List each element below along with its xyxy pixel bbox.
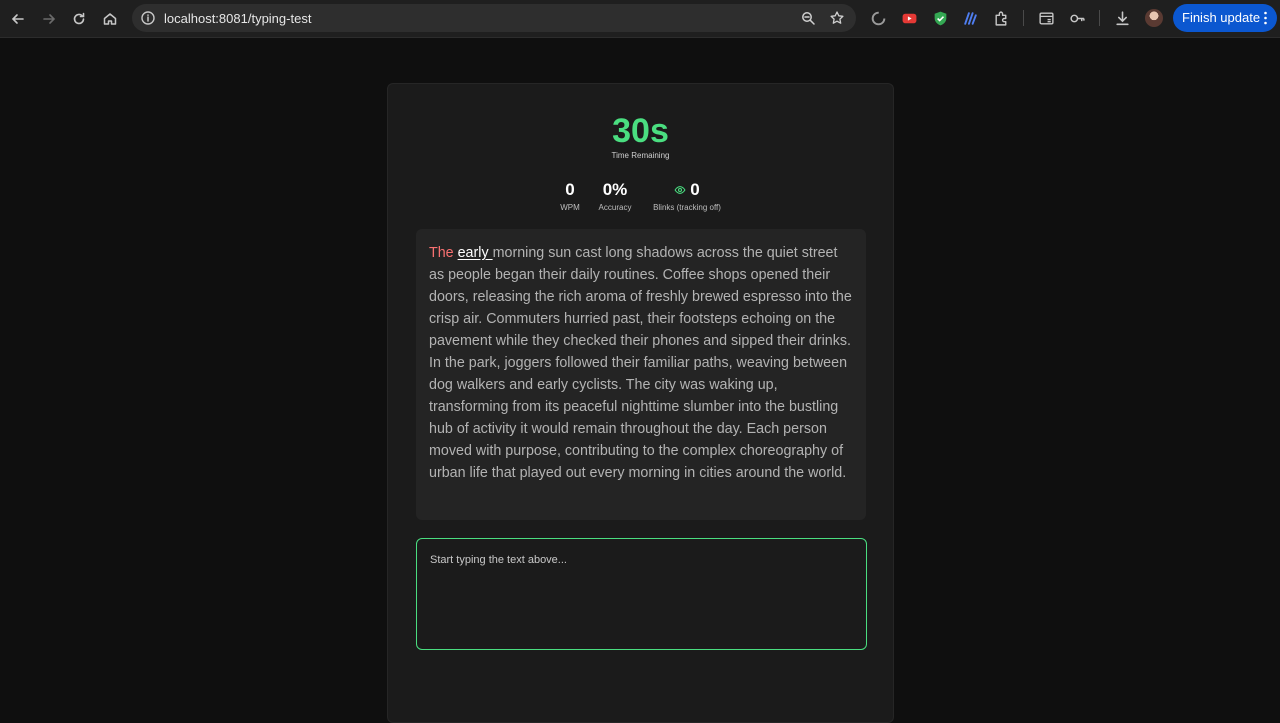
- home-icon: [103, 13, 117, 25]
- passage-text: The early morning sun cast long shadows …: [416, 229, 866, 520]
- extensions-button[interactable]: [992, 9, 1010, 27]
- arrow-right-icon: [43, 14, 56, 24]
- wpm-stat: 0 WPM: [556, 180, 584, 212]
- extension-timer[interactable]: [869, 9, 887, 27]
- key-icon: [1069, 14, 1085, 22]
- url-text[interactable]: localhost:8081/typing-test: [164, 11, 311, 26]
- typing-input-box[interactable]: [416, 538, 867, 650]
- shield-check-icon: [934, 11, 946, 25]
- puzzle-icon: [994, 11, 1006, 26]
- circle-timer-icon: [871, 11, 885, 25]
- zoom-icon[interactable]: [800, 10, 816, 26]
- bookmark-star-icon[interactable]: [829, 10, 845, 26]
- eye-icon: [674, 186, 686, 194]
- typing-test-card: 30s Time Remaining 0 WPM 0% Accuracy 0 B…: [387, 83, 894, 723]
- page-body: 30s Time Remaining 0 WPM 0% Accuracy 0 B…: [0, 39, 1280, 723]
- site-info-icon[interactable]: [140, 10, 156, 26]
- address-bar[interactable]: localhost:8081/typing-test: [132, 4, 856, 32]
- finish-update-label: Finish update: [1182, 10, 1261, 25]
- browser-toolbar: localhost:8081/typing-test Finish update: [0, 0, 1280, 38]
- back-button[interactable]: [6, 7, 30, 31]
- forward-button[interactable]: [37, 7, 61, 31]
- stripes-logo-icon: [963, 11, 977, 25]
- downloads-button[interactable]: [1113, 9, 1131, 27]
- finish-update-button[interactable]: Finish update: [1173, 4, 1277, 32]
- blinks-value: 0: [690, 180, 700, 199]
- reload-icon: [73, 12, 85, 25]
- typing-input[interactable]: [430, 554, 853, 634]
- extension-a[interactable]: [961, 9, 979, 27]
- accuracy-value: 0%: [602, 180, 628, 199]
- timer-value: 30s: [612, 112, 669, 150]
- accuracy-stat: 0% Accuracy: [595, 180, 635, 212]
- reading-mode-button[interactable]: [1037, 9, 1055, 27]
- extension-shield[interactable]: [931, 9, 949, 27]
- wpm-value: 0: [565, 180, 575, 199]
- toolbar-divider: [1023, 10, 1024, 26]
- home-button[interactable]: [98, 7, 122, 31]
- passwords-button[interactable]: [1068, 9, 1086, 27]
- arrow-left-icon: [11, 14, 24, 24]
- profile-avatar[interactable]: [1145, 9, 1163, 27]
- remaining-text: morning sun cast long shadows across the…: [429, 245, 852, 481]
- accuracy-label: Accuracy: [598, 203, 632, 212]
- more-options-icon: [1264, 11, 1267, 25]
- extension-youtube[interactable]: [900, 9, 918, 27]
- timer-label: Time Remaining: [611, 151, 670, 160]
- youtube-icon: [902, 13, 916, 23]
- toolbar-divider: [1099, 10, 1100, 26]
- blinks-value-row: 0: [647, 180, 727, 200]
- wpm-label: WPM: [560, 203, 580, 212]
- blinks-label: Blinks (tracking off): [653, 203, 721, 212]
- media-icon: [1038, 11, 1054, 25]
- reload-button[interactable]: [67, 7, 91, 31]
- download-icon: [1115, 10, 1129, 25]
- current-word: early: [457, 245, 493, 261]
- blinks-stat: 0 Blinks (tracking off): [647, 180, 727, 212]
- typed-text: The: [429, 245, 458, 261]
